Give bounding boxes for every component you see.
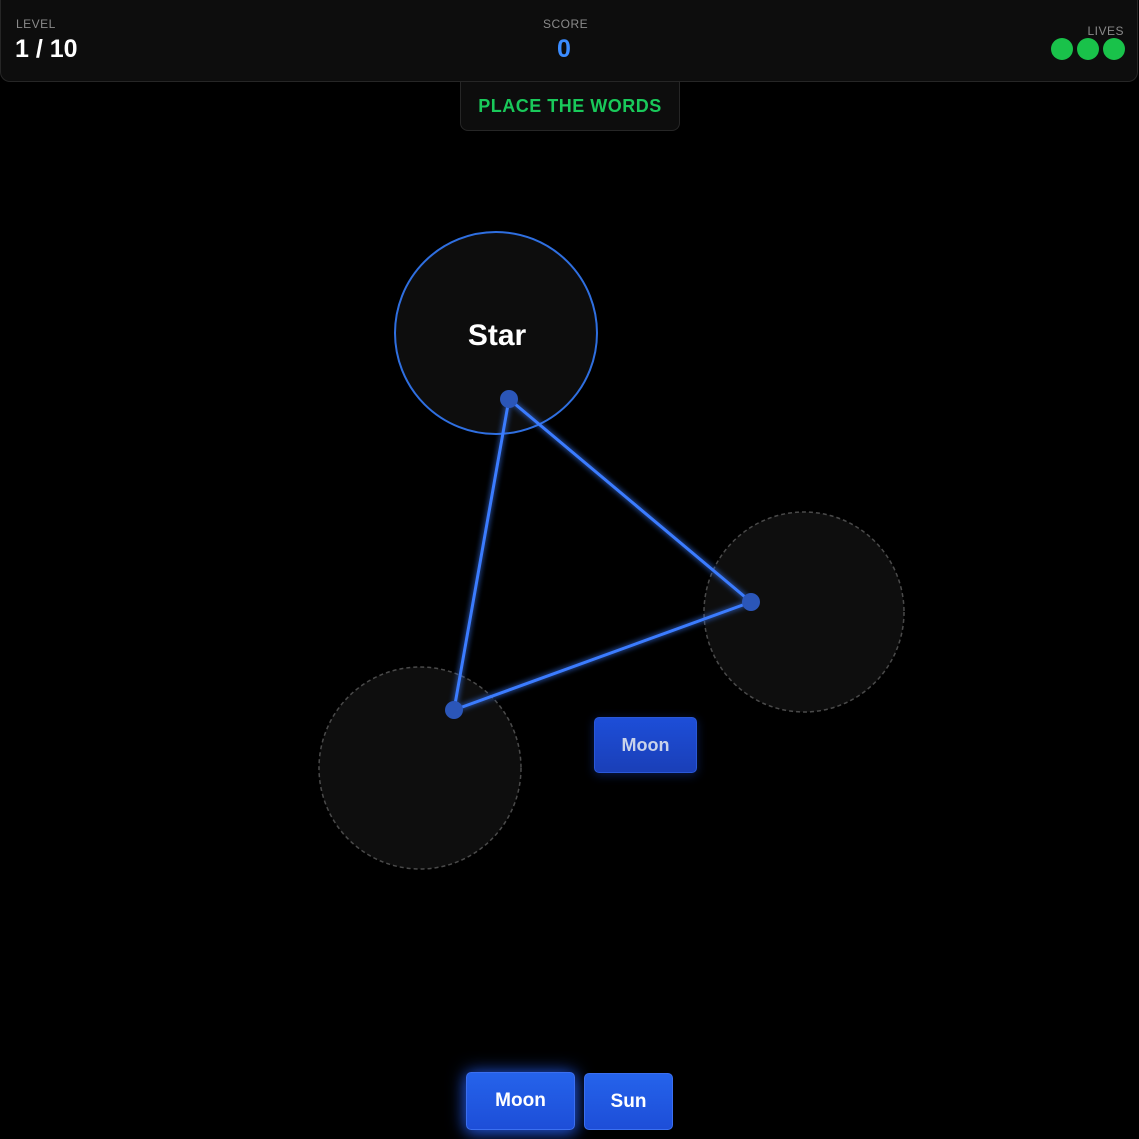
tray-word-sun[interactable]: Sun — [584, 1073, 673, 1130]
empty-word-slot-right[interactable] — [703, 511, 905, 713]
anchor-dot-icon — [742, 593, 760, 611]
anchor-dot-icon — [500, 390, 518, 408]
game-stage: LEVEL 1 / 10 SCORE 0 LIVES PLACE THE WOR… — [0, 0, 1139, 1139]
connection-line — [452, 397, 511, 712]
dragging-word-chip[interactable]: Moon — [594, 717, 697, 773]
connection-line — [452, 600, 753, 712]
node-word-label: Star — [468, 319, 527, 352]
tray-word-moon[interactable]: Moon — [466, 1072, 575, 1130]
connection-line — [507, 397, 753, 604]
word-graph-board: Star — [318, 231, 905, 870]
connection-lines — [452, 397, 753, 712]
anchor-dot-icon — [445, 701, 463, 719]
